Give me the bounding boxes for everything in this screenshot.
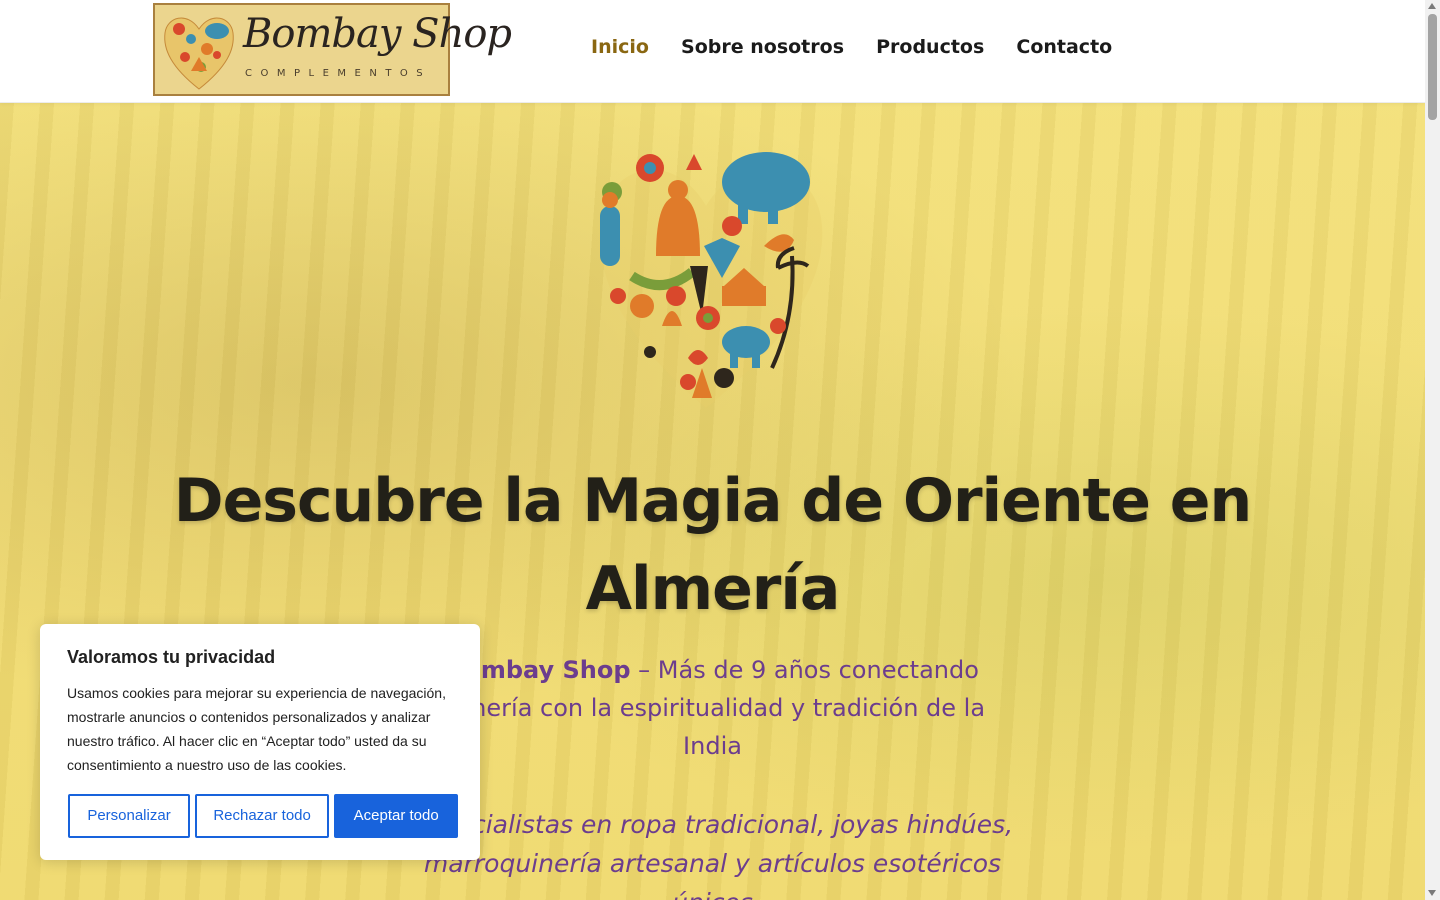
cookie-description: Usamos cookies para mejorar su experienc…: [67, 685, 446, 773]
heart-india-illustration: [599, 152, 823, 408]
nav-contacto[interactable]: Contacto: [1016, 36, 1112, 58]
hero-subtitle: Bombay Shop – Más de 9 años conectando A…: [410, 651, 1015, 765]
scroll-up-arrow-icon[interactable]: [1428, 3, 1436, 9]
heart-logo-icon: [164, 17, 234, 90]
nav-sobre-nosotros[interactable]: Sobre nosotros: [681, 36, 844, 58]
hero-specialties: Especialistas en ropa tradicional, joyas…: [411, 810, 1014, 900]
page-scrollbar[interactable]: [1425, 0, 1440, 900]
nav-inicio[interactable]: Inicio: [591, 36, 649, 58]
cookie-title: Valoramos tu privacidad: [67, 647, 276, 667]
cookie-consent-banner: Valoramos tu privacidad Usamos cookies p…: [40, 624, 480, 860]
scrollbar-thumb[interactable]: [1428, 14, 1437, 120]
site-header: Bombay Shop COMPLEMENTOS Inicio Sobre no…: [0, 0, 1425, 103]
hero-title: Descubre la Magia de Oriente en Almería: [173, 466, 1252, 624]
customize-cookies-button[interactable]: Personalizar: [68, 794, 190, 838]
logo-title: Bombay Shop: [243, 11, 512, 57]
accept-all-button[interactable]: Aceptar todo: [334, 794, 459, 838]
reject-all-button[interactable]: Rechazar todo: [195, 794, 330, 838]
main-nav: Inicio Sobre nosotros Productos Contacto: [591, 36, 1139, 66]
bombay-shop-logo[interactable]: Bombay Shop COMPLEMENTOS: [153, 3, 512, 96]
nav-productos[interactable]: Productos: [876, 36, 984, 58]
logo-tagline: COMPLEMENTOS: [245, 68, 432, 79]
cookie-buttons: Personalizar Rechazar todo Aceptar todo: [68, 794, 459, 838]
scroll-down-arrow-icon[interactable]: [1428, 890, 1436, 896]
